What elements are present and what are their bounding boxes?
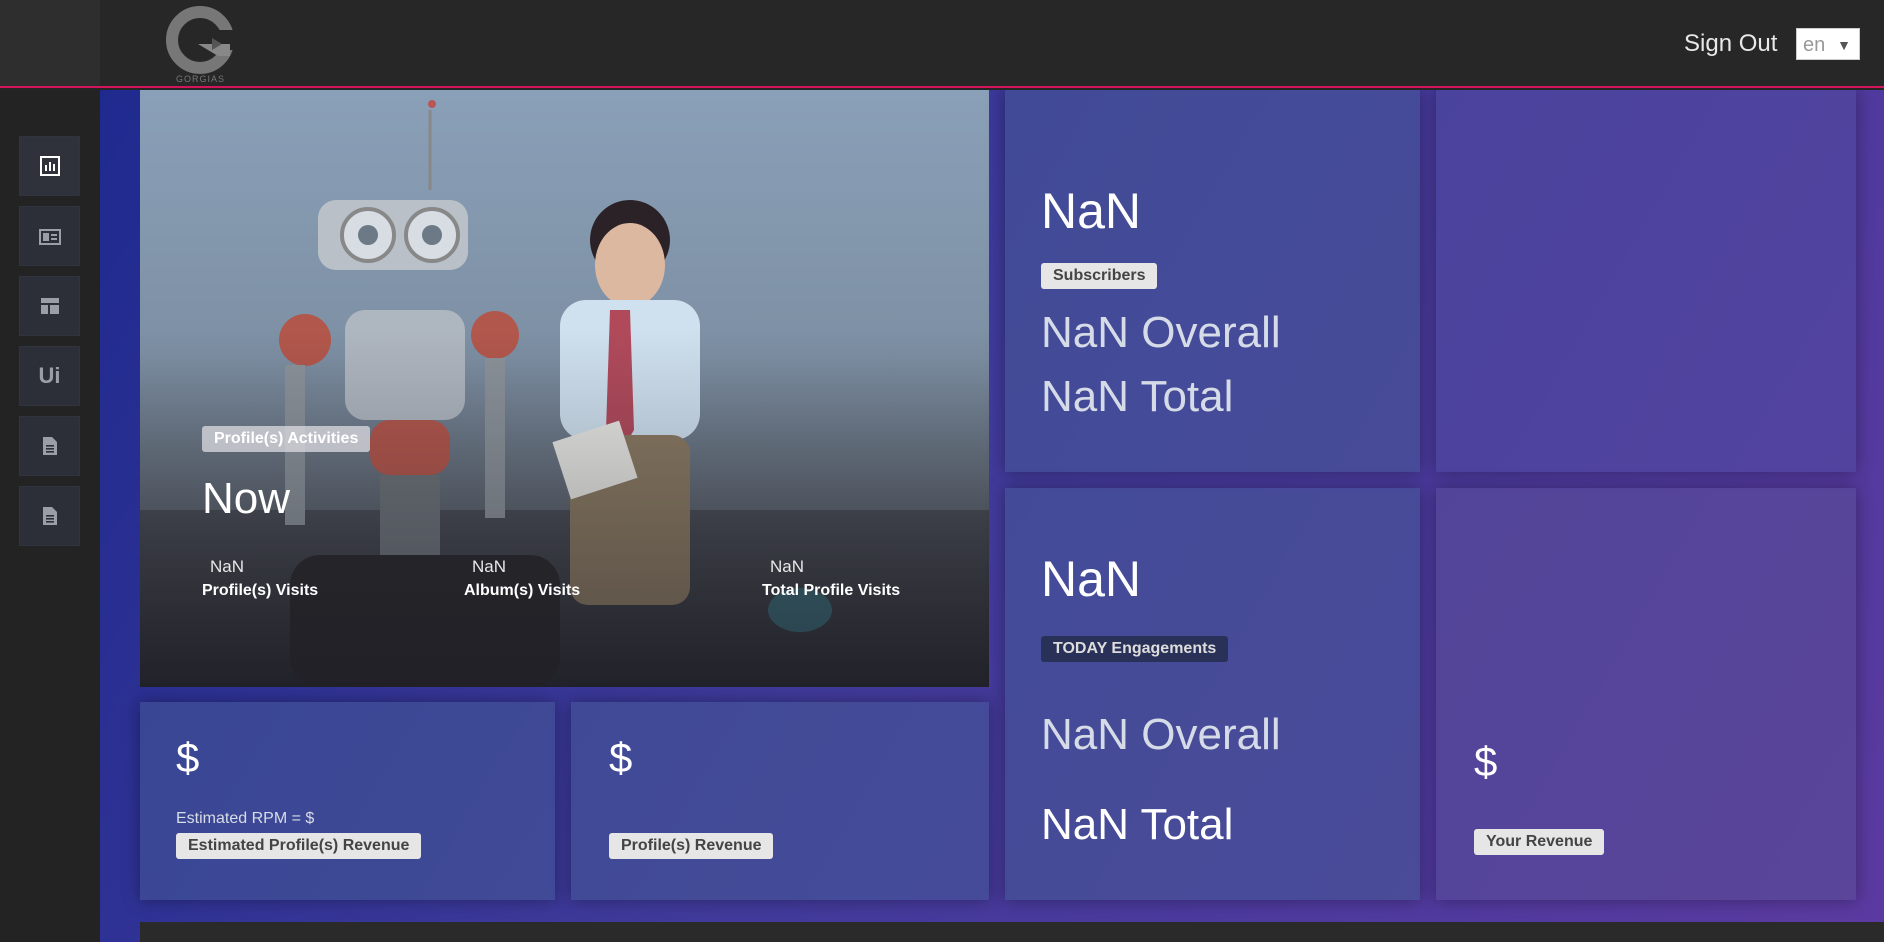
engagements-badge: TODAY Engagements: [1041, 636, 1229, 662]
sidebar-item-gallery[interactable]: [19, 206, 80, 266]
subscribers-overall: NaN Overall: [1041, 308, 1281, 357]
profile-revenue-badge: Profile(s) Revenue: [609, 833, 774, 859]
sidebar: Ui: [0, 90, 100, 942]
estimated-rpm: Estimated RPM = $: [176, 810, 315, 827]
engagements-value: NaN: [1041, 551, 1142, 607]
your-revenue-badge: Your Revenue: [1474, 829, 1605, 855]
gallery-icon: [38, 229, 61, 245]
album-visits-value: NaN: [472, 557, 507, 576]
estimated-revenue-amount: $: [176, 734, 200, 781]
sidebar-item-ui[interactable]: Ui: [19, 346, 80, 406]
sidebar-item-layout[interactable]: [19, 276, 80, 336]
document-icon: [42, 437, 57, 455]
hero-title: Now: [202, 474, 291, 523]
estimated-revenue-badge: Estimated Profile(s) Revenue: [176, 833, 422, 859]
profile-activities-badge: Profile(s) Activities: [202, 426, 371, 452]
profile-activities-hero: Profile(s) Activities Now NaN Profile(s)…: [140, 90, 989, 687]
chevron-down-icon: ▼: [1837, 37, 1851, 53]
document-icon: [42, 507, 57, 525]
your-revenue-card: $ Your Revenue: [1436, 488, 1856, 900]
album-visits-label: Album(s) Visits: [464, 582, 581, 599]
sidebar-item-document-2[interactable]: [19, 486, 80, 546]
total-profile-visits-label: Total Profile Visits: [762, 582, 901, 599]
logo-background: [0, 0, 100, 86]
bar-chart-icon: [39, 156, 60, 176]
sidebar-item-dashboard[interactable]: [19, 136, 80, 196]
bottom-panel-edge: [140, 922, 1884, 942]
sidebar-item-label: Ui: [38, 363, 61, 388]
subscribers-total: NaN Total: [1041, 372, 1234, 421]
engagements-card: NaN TODAY Engagements NaN Overall NaN To…: [1005, 488, 1420, 900]
language-value: en: [1803, 34, 1826, 56]
subscribers-badge: Subscribers: [1041, 263, 1158, 289]
profile-revenue-amount: $: [609, 734, 633, 781]
profile-revenue-card: $ Profile(s) Revenue: [571, 702, 989, 900]
logo-text: GORGIAS: [176, 74, 226, 84]
layout-icon: [40, 298, 59, 314]
profile-visits-label: Profile(s) Visits: [202, 582, 319, 599]
top-bar: GORGIAS Sign Out en ▼: [0, 0, 1884, 88]
subscribers-card: NaN Subscribers NaN Overall NaN Total: [1005, 90, 1420, 472]
language-select[interactable]: en ▼: [1796, 28, 1860, 60]
dashboard-main: Profile(s) Activities Now NaN Profile(s)…: [100, 90, 1884, 942]
engagements-total: NaN Total: [1041, 800, 1234, 849]
sidebar-item-document-1[interactable]: [19, 416, 80, 476]
your-revenue-amount: $: [1474, 738, 1498, 785]
subscribers-value: NaN: [1041, 183, 1142, 239]
profile-visits-value: NaN: [210, 557, 245, 576]
estimated-revenue-card: $ Estimated RPM = $ Estimated Profile(s)…: [140, 702, 555, 900]
total-profile-visits-value: NaN: [770, 557, 805, 576]
engagements-overall: NaN Overall: [1041, 710, 1281, 759]
sign-out-link[interactable]: Sign Out: [1684, 30, 1777, 58]
empty-stat-card: [1436, 90, 1856, 472]
